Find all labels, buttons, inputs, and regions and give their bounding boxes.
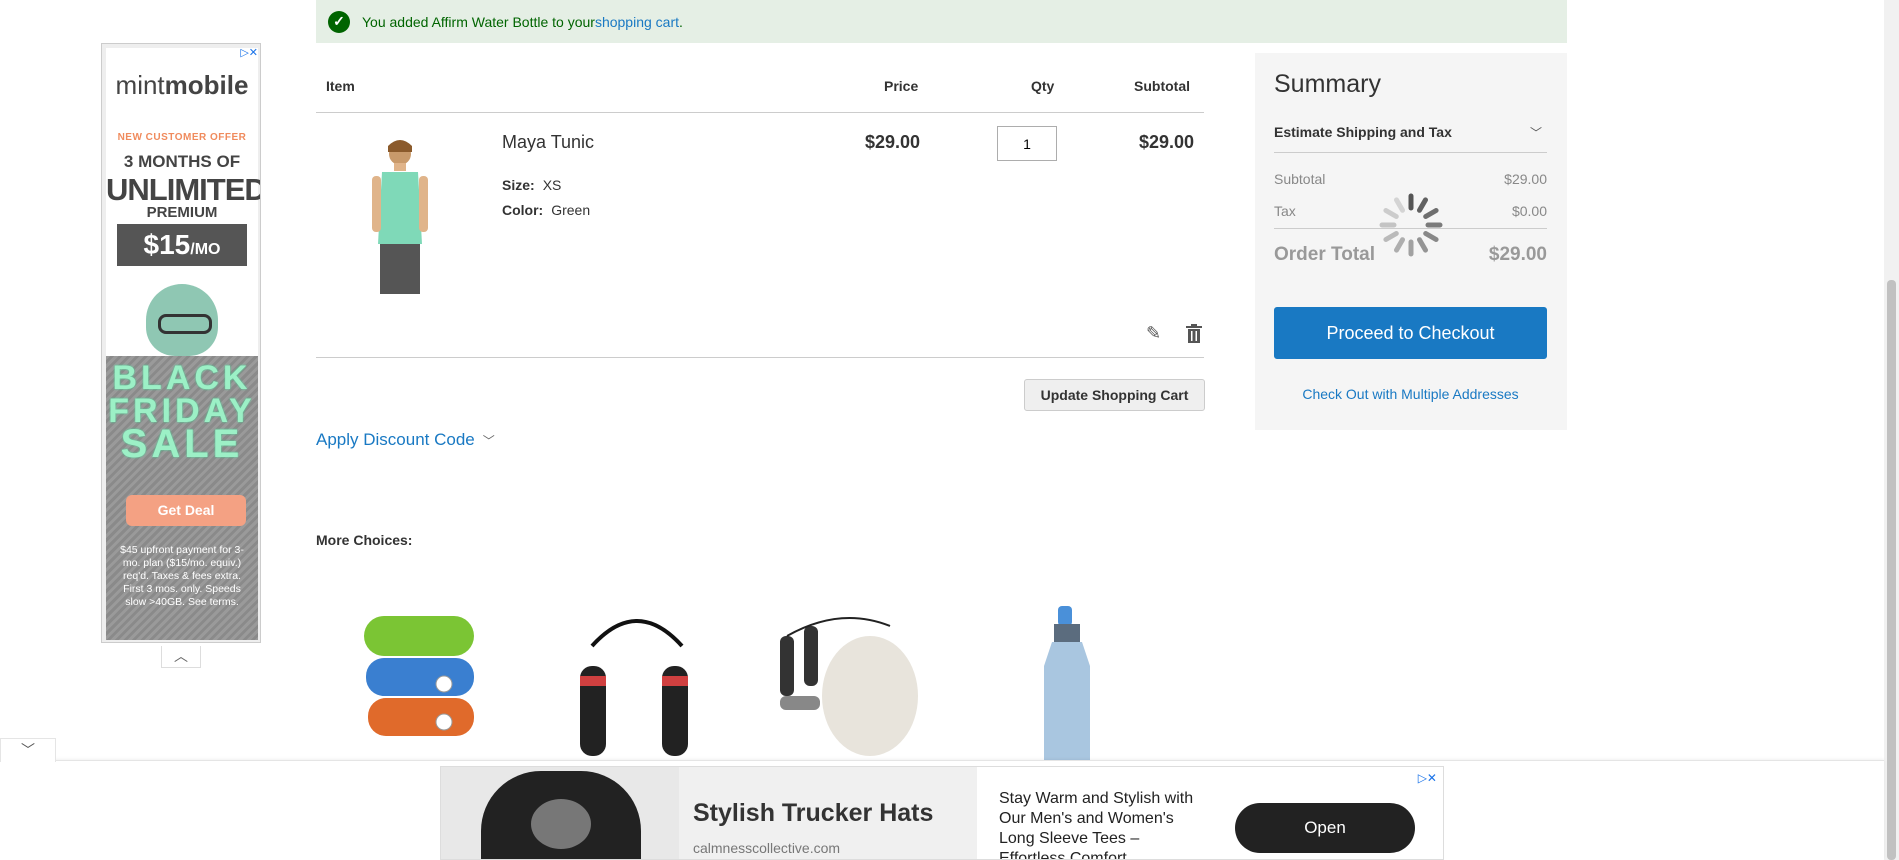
ad-bottom-panel: BLACK FRIDAY SALE Get Deal $45 upfront p… (106, 356, 258, 640)
trash-icon[interactable] (1186, 324, 1202, 343)
ad-months: 3 MONTHS OF (123, 152, 241, 171)
item-price: $29.00 (864, 132, 920, 152)
success-message-end: . (679, 13, 683, 30)
fox-mascot-icon (146, 284, 218, 356)
hoodie-shape (481, 771, 641, 859)
bottom-ad-toggle[interactable]: ﹀ (0, 738, 56, 762)
col-header-item: Item (326, 78, 355, 94)
subtotal-value: $29.00 (1504, 171, 1547, 187)
ad-brand-light: mint (115, 70, 165, 100)
proceed-to-checkout-button[interactable]: Proceed to Checkout (1274, 307, 1547, 359)
ad-brand: mintmobile (106, 70, 258, 101)
bottom-ad-title-panel: Stylish Trucker Hats calmnesscollective.… (679, 767, 977, 859)
ad-offer: NEW CUSTOMER OFFER (117, 132, 247, 143)
size-label: Size: (502, 177, 535, 193)
estimate-shipping-toggle[interactable]: Estimate Shipping and Tax (1274, 124, 1452, 140)
ad-price-main: $15 (143, 229, 191, 260)
chevron-up-icon: ︿ (174, 648, 188, 664)
adchoices-icon[interactable]: ▷✕ (1418, 771, 1437, 785)
chevron-down-icon[interactable]: ﹀ (1530, 124, 1542, 141)
divider (316, 112, 1204, 113)
ad-brand-bold: mobile (164, 70, 249, 100)
success-message-text: You added Affirm Water Bottle to your (362, 13, 595, 30)
col-header-subtotal: Subtotal (1134, 78, 1190, 94)
tax-label: Tax (1274, 203, 1296, 219)
multiple-addresses-link[interactable]: Check Out with Multiple Addresses (1274, 386, 1547, 402)
ad-collapse-button[interactable]: ︿ (161, 646, 201, 668)
ad-terms: $45 upfront payment for 3-mo. plan ($15/… (120, 544, 244, 608)
summary-title: Summary (1274, 70, 1381, 98)
product-size: Size: XS (502, 177, 561, 193)
bottom-ad-headline: Stylish Trucker Hats (693, 799, 934, 827)
shopping-cart-link[interactable]: shopping cart (595, 14, 679, 30)
divider (316, 357, 1204, 358)
spinner-icon (1379, 193, 1443, 257)
yoga-strap-image[interactable] (352, 606, 502, 766)
adchoices-icon[interactable]: ▷✕ (240, 46, 258, 59)
bottom-ad-description: Stay Warm and Stylish with Our Men's and… (999, 790, 1194, 860)
jump-rope-image[interactable] (562, 606, 712, 766)
color-label: Color: (502, 202, 544, 218)
chevron-down-icon: ﹀ (21, 742, 35, 758)
get-deal-button[interactable]: Get Deal (126, 495, 246, 526)
tax-value: $0.00 (1511, 203, 1547, 219)
bottom-ad-domain: calmnesscollective.com (693, 840, 841, 856)
order-total-label: Order Total (1274, 244, 1375, 265)
bottom-ad-open-button[interactable]: Open (1235, 803, 1415, 853)
ad-unlimited: UNLIMITED (106, 172, 261, 207)
jump-rope-kit-image[interactable] (770, 606, 920, 766)
apply-discount-toggle[interactable]: Apply Discount Code ﹀ (316, 430, 495, 450)
ad-price: $15/MO (117, 224, 247, 266)
product-name[interactable]: Maya Tunic (502, 132, 594, 153)
col-header-price: Price (884, 78, 919, 94)
color-value: Green (551, 202, 591, 218)
qty-input[interactable] (997, 126, 1057, 161)
water-bottle-image[interactable] (1006, 606, 1156, 766)
subtotal-label: Subtotal (1274, 171, 1326, 187)
update-cart-button[interactable]: Update Shopping Cart (1024, 379, 1205, 411)
mint-mobile-ad[interactable]: mintmobile NEW CUSTOMER OFFER 3 MONTHS O… (101, 43, 261, 643)
ad-bf-line3: SALE (120, 422, 244, 466)
apply-discount-label: Apply Discount Code (316, 430, 475, 449)
success-message: ✓ You added Affirm Water Bottle to your … (316, 0, 1567, 43)
ad-black-friday: BLACK FRIDAY SALE (106, 359, 258, 466)
size-value: XS (542, 177, 562, 193)
col-header-qty: Qty (1031, 78, 1055, 94)
chevron-down-icon: ﹀ (482, 434, 495, 448)
product-color: Color: Green (502, 202, 590, 218)
product-image[interactable] (362, 136, 438, 296)
pencil-icon[interactable]: ✎ (1146, 323, 1161, 344)
more-choices-heading: More Choices: (316, 532, 413, 548)
item-subtotal: $29.00 (1138, 132, 1194, 152)
check-circle-icon: ✓ (328, 10, 350, 33)
ad-bf-line1: BLACK (112, 359, 252, 397)
scrollbar-thumb[interactable] (1887, 280, 1896, 860)
ad-top-panel: mintmobile NEW CUSTOMER OFFER 3 MONTHS O… (106, 48, 261, 356)
ad-price-unit: /MO (190, 241, 221, 258)
hoodie-image (441, 767, 679, 859)
divider (1274, 152, 1547, 153)
bottom-ad[interactable]: Stylish Trucker Hats calmnesscollective.… (440, 766, 1444, 860)
order-total-value: $29.00 (1488, 244, 1547, 265)
